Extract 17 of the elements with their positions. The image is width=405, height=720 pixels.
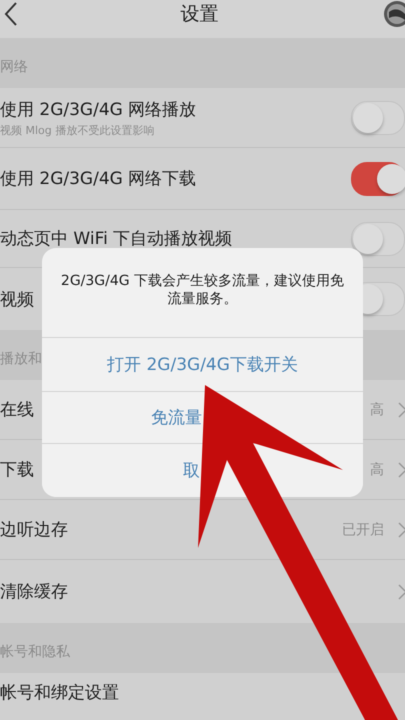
row-value: 高 (370, 400, 384, 418)
row-label: 边听边存 (0, 519, 68, 541)
row-sublabel: 视频 Mlog 播放不受此设置影响 (0, 122, 154, 138)
row-value: 已开启 (342, 520, 384, 538)
row-label: 清除缓存 (0, 581, 68, 603)
row-label: 在线 (0, 399, 34, 421)
row-label: 下载 (0, 459, 34, 481)
page-title: 设置 (180, 2, 218, 27)
row-label: 使用 2G/3G/4G 网络播放 (0, 98, 196, 120)
row-label: 帐号和绑定设置 (0, 682, 119, 704)
row-label: 使用 2G/3G/4G 网络下载 (0, 168, 196, 190)
dialog-message: 2G/3G/4G 下载会产生较多流量，建议使用免流量服务。 (60, 272, 345, 308)
row-label: 动态页中 WiFi 下自动播放视频 (0, 228, 232, 250)
row-label: 视频 (0, 288, 34, 310)
row-value: 高 (370, 460, 384, 478)
section-header: 网络 (0, 38, 405, 88)
section-header: 帐号和隐私 (0, 623, 405, 673)
